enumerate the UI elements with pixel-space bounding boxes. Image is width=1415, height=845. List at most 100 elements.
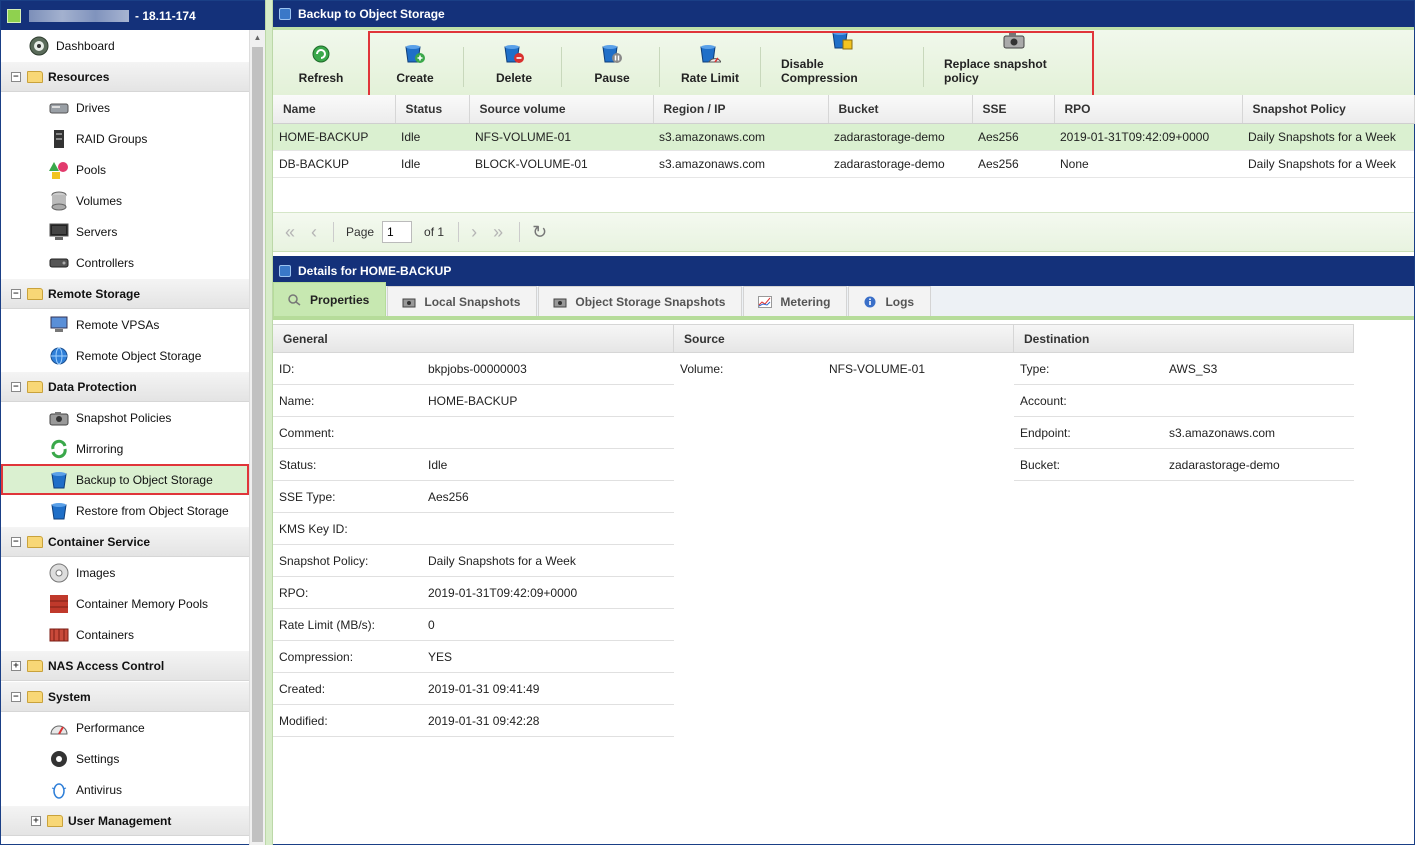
column-header[interactable]: Snapshot Policy — [1242, 95, 1415, 124]
panel-icon — [279, 8, 291, 20]
sidebar-item-settings[interactable]: Settings — [1, 743, 249, 774]
section-header: Source — [674, 324, 1014, 353]
table-cell: zadarastorage-demo — [828, 150, 972, 178]
category-label: System — [48, 689, 91, 704]
sidebar-item-volumes[interactable]: Volumes — [1, 185, 249, 216]
sidebar-item-performance[interactable]: Performance — [1, 712, 249, 743]
sidebar-item-mirroring[interactable]: Mirroring — [1, 433, 249, 464]
expand-icon[interactable]: + — [31, 815, 41, 826]
sidebar-item-restore-from-object-storage[interactable]: Restore from Object Storage — [1, 495, 249, 526]
collapse-icon[interactable]: − — [11, 71, 21, 82]
panel-header: Backup to Object Storage — [273, 1, 1414, 30]
reload-icon[interactable]: ↻ — [532, 222, 547, 243]
expand-icon[interactable]: + — [11, 660, 21, 671]
sidebar-item-images[interactable]: Images — [1, 557, 249, 588]
info-icon — [863, 296, 877, 308]
folder-icon — [27, 535, 43, 548]
field-row: Comment: — [273, 417, 674, 449]
collapse-icon[interactable]: − — [11, 536, 21, 547]
source-section: Source Volume: NFS-VOLUME-01 — [674, 324, 1014, 385]
field-row: Created: 2019-01-31 09:41:49 — [273, 673, 674, 705]
sidebar-item-pools[interactable]: Pools — [1, 154, 249, 185]
sidebar-item-container-memory-pools[interactable]: Container Memory Pools — [1, 588, 249, 619]
pools-icon — [48, 159, 70, 181]
category-resources[interactable]: − Resources — [1, 61, 249, 92]
tab-local-snapshots[interactable]: Local Snapshots — [387, 286, 538, 316]
sidebar-item-remote-vpsas[interactable]: Remote VPSAs — [1, 309, 249, 340]
toolbar-separator — [561, 47, 562, 87]
refresh-button[interactable]: Refresh — [298, 43, 344, 85]
table-cell: DB-BACKUP — [273, 150, 395, 178]
category-nas-access-control[interactable]: + NAS Access Control — [1, 650, 249, 681]
category-user-management[interactable]: + User Management — [1, 805, 249, 836]
sidebar-item-raid-groups[interactable]: RAID Groups — [1, 123, 249, 154]
prev-page-icon[interactable]: ‹ — [311, 222, 317, 243]
column-header[interactable]: RPO — [1054, 95, 1243, 124]
sidebar-scrollbar[interactable]: ▲ — [249, 30, 265, 845]
scrollbar-thumb[interactable] — [252, 47, 263, 842]
tab-logs[interactable]: Logs — [848, 286, 932, 316]
bucket-icon — [48, 469, 70, 491]
backup-jobs-table: Name Status Source volume Region / IP Bu… — [273, 95, 1415, 178]
folder-icon — [47, 814, 63, 827]
last-page-icon[interactable]: » — [493, 222, 503, 243]
replace-snapshot-policy-button[interactable]: Replace snapshot policy — [944, 29, 1084, 85]
column-header[interactable]: Source volume — [469, 95, 654, 124]
column-header[interactable]: Name — [273, 95, 396, 124]
pause-bucket-icon — [601, 43, 623, 65]
sidebar-item-label: Mirroring — [76, 441, 124, 456]
table-row[interactable]: DB-BACKUP Idle BLOCK-VOLUME-01 s3.amazon… — [273, 150, 1414, 178]
sidebar-item-controllers[interactable]: Controllers — [1, 247, 249, 278]
pause-button[interactable]: Pause — [592, 43, 632, 85]
sidebar-item-snapshot-policies[interactable]: Snapshot Policies — [1, 402, 249, 433]
sidebar-item-antivirus[interactable]: Antivirus — [1, 774, 249, 805]
rate-limit-button[interactable]: Rate Limit — [680, 43, 740, 85]
tab-metering[interactable]: Metering — [743, 286, 848, 316]
sidebar-item-label: RAID Groups — [76, 131, 148, 146]
column-header[interactable]: SSE — [972, 95, 1055, 124]
field-row: Account: — [1014, 385, 1354, 417]
sidebar-item-remote-object-storage[interactable]: Remote Object Storage — [1, 340, 249, 371]
globe-icon — [48, 345, 70, 367]
category-system[interactable]: − System — [1, 681, 249, 712]
category-remote-storage[interactable]: − Remote Storage — [1, 278, 249, 309]
sidebar-item-backup-to-object-storage[interactable]: Backup to Object Storage — [1, 464, 249, 495]
panel-icon — [279, 265, 291, 277]
toolbar-separator — [760, 47, 761, 87]
sidebar-item-dashboard[interactable]: Dashboard — [1, 30, 249, 61]
table-row[interactable]: HOME-BACKUP Idle NFS-VOLUME-01 s3.amazon… — [273, 123, 1414, 151]
sidebar-item-label: Pools — [76, 162, 107, 177]
collapse-icon[interactable]: − — [11, 381, 21, 392]
sidebar-item-label: Remote Object Storage — [76, 348, 202, 363]
next-page-icon[interactable]: › — [471, 222, 477, 243]
sidebar: - 18.11-174 Dashboard − Resources Drives… — [0, 0, 265, 845]
server-icon — [48, 221, 70, 243]
delete-bucket-icon — [503, 43, 525, 65]
sidebar-item-label: Volumes — [76, 193, 123, 208]
collapse-icon[interactable]: − — [11, 288, 21, 299]
details-tabs: Properties Local Snapshots Object Storag… — [273, 282, 1414, 320]
create-button[interactable]: Create — [390, 43, 440, 85]
sidebar-item-containers[interactable]: Containers — [1, 619, 249, 650]
tab-properties[interactable]: Properties — [273, 282, 387, 316]
sidebar-item-drives[interactable]: Drives — [1, 92, 249, 123]
scroll-up-icon[interactable]: ▲ — [250, 30, 265, 46]
pager-separator — [519, 222, 521, 242]
category-container-service[interactable]: − Container Service — [1, 526, 249, 557]
page-number-input[interactable] — [382, 221, 413, 243]
table-cell: Aes256 — [972, 150, 1054, 178]
redacted-hostname — [29, 9, 129, 22]
sidebar-item-label: Settings — [76, 751, 120, 766]
first-page-icon[interactable]: « — [285, 222, 295, 243]
tab-object-storage-snapshots[interactable]: Object Storage Snapshots — [538, 286, 743, 316]
column-header[interactable]: Bucket — [828, 95, 973, 124]
category-data-protection[interactable]: − Data Protection — [1, 371, 249, 402]
column-header[interactable]: Status — [395, 95, 470, 124]
delete-button[interactable]: Delete — [494, 43, 534, 85]
disable-compression-button[interactable]: Disable Compression — [781, 29, 903, 85]
sidebar-item-servers[interactable]: Servers — [1, 216, 249, 247]
panel-splitter[interactable] — [265, 0, 273, 845]
field-row: Compression: YES — [273, 641, 674, 673]
column-header[interactable]: Region / IP — [653, 95, 829, 124]
collapse-icon[interactable]: − — [11, 691, 21, 702]
